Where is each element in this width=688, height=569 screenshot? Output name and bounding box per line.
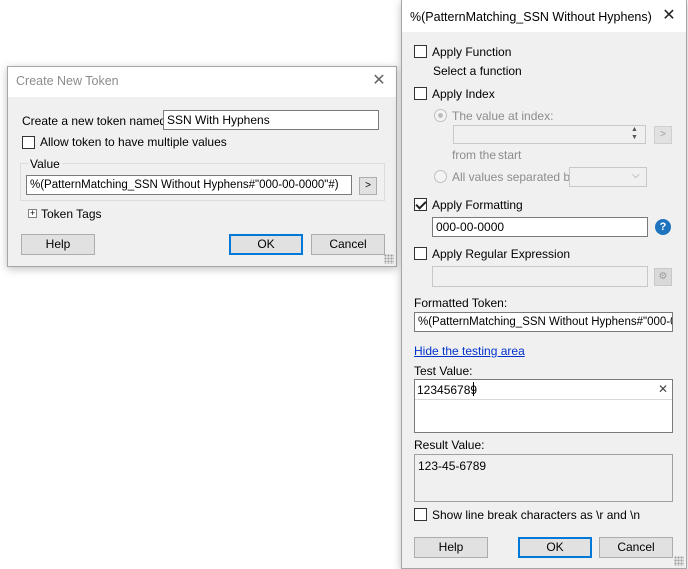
help-button[interactable]: Help bbox=[414, 537, 488, 558]
token-format-dialog: %(PatternMatching_SSN Without Hyphens) ✕… bbox=[401, 0, 687, 569]
expand-icon[interactable]: + bbox=[28, 209, 37, 218]
stepper-down-icon[interactable]: ▼ bbox=[631, 134, 638, 142]
create-token-dialog: Create New Token ✕ Create a new token na… bbox=[7, 66, 397, 267]
help-icon[interactable]: ? bbox=[655, 219, 671, 235]
index-stepper[interactable] bbox=[453, 125, 646, 144]
value-at-index-radio[interactable] bbox=[434, 109, 447, 122]
dialog-title: Create New Token bbox=[16, 74, 119, 88]
result-value-text: 123-45-6789 bbox=[418, 459, 487, 473]
apply-regex-label: Apply Regular Expression bbox=[432, 247, 571, 261]
resize-grip-icon[interactable] bbox=[674, 556, 684, 566]
format-titlebar: %(PatternMatching_SSN Without Hyphens) ✕ bbox=[402, 0, 686, 32]
select-function-link[interactable]: Select a function bbox=[433, 64, 522, 78]
chevron-down-icon[interactable]: ⌵ bbox=[632, 170, 640, 181]
all-values-radio[interactable] bbox=[434, 170, 447, 183]
result-value-label: Result Value: bbox=[414, 438, 485, 452]
value-more-button[interactable]: > bbox=[359, 177, 377, 195]
apply-formatting-checkbox[interactable] bbox=[414, 198, 427, 211]
apply-index-label: Apply Index bbox=[432, 87, 495, 101]
apply-index-checkbox[interactable] bbox=[414, 87, 427, 100]
hide-testing-link[interactable]: Hide the testing area bbox=[414, 344, 525, 358]
index-more-button[interactable]: > bbox=[654, 126, 672, 144]
test-value-input[interactable]: 123456789 bbox=[417, 383, 477, 397]
text-cursor bbox=[473, 382, 474, 396]
create-token-titlebar: Create New Token ✕ bbox=[8, 67, 396, 97]
dialog-title: %(PatternMatching_SSN Without Hyphens) bbox=[410, 10, 652, 24]
test-value-label: Test Value: bbox=[414, 364, 473, 378]
apply-function-checkbox[interactable] bbox=[414, 45, 427, 58]
close-icon[interactable]: ✕ bbox=[660, 7, 678, 25]
format-input[interactable]: 000-00-0000 bbox=[432, 217, 648, 237]
value-at-index-label: The value at index: bbox=[452, 109, 554, 123]
apply-function-label: Apply Function bbox=[432, 45, 512, 59]
formatted-token-label: Formatted Token: bbox=[414, 296, 508, 310]
ok-button[interactable]: OK bbox=[518, 537, 592, 558]
cancel-button[interactable]: Cancel bbox=[599, 537, 673, 558]
resize-grip-icon[interactable] bbox=[384, 254, 394, 264]
regex-input[interactable] bbox=[432, 266, 648, 287]
allow-multiple-checkbox[interactable] bbox=[22, 136, 35, 149]
start-label: start bbox=[498, 148, 522, 162]
token-name-input[interactable]: SSN With Hyphens bbox=[163, 110, 379, 130]
clear-icon[interactable]: ✕ bbox=[658, 382, 668, 396]
regex-builder-icon[interactable]: ⚙ bbox=[654, 268, 672, 286]
value-group-label: Value bbox=[28, 157, 62, 171]
value-input[interactable]: %(PatternMatching_SSN Without Hyphens#"0… bbox=[26, 175, 352, 195]
apply-regex-checkbox[interactable] bbox=[414, 247, 427, 260]
all-values-label: All values separated by: bbox=[452, 170, 580, 184]
help-button[interactable]: Help bbox=[21, 234, 95, 255]
token-tags-label[interactable]: Token Tags bbox=[41, 207, 102, 221]
allow-multiple-label: Allow token to have multiple values bbox=[40, 135, 227, 149]
from-the-label: from the bbox=[452, 148, 497, 162]
cancel-button[interactable]: Cancel bbox=[311, 234, 385, 255]
stepper-up-icon[interactable]: ▲ bbox=[631, 126, 638, 134]
line-break-checkbox[interactable] bbox=[414, 508, 427, 521]
apply-formatting-label: Apply Formatting bbox=[432, 198, 523, 212]
token-name-label: Create a new token named: bbox=[22, 114, 170, 128]
line-break-label: Show line break characters as \r and \n bbox=[432, 508, 641, 522]
test-value-line bbox=[415, 399, 672, 400]
close-icon[interactable]: ✕ bbox=[370, 72, 388, 90]
formatted-token-field[interactable]: %(PatternMatching_SSN Without Hyphens#"0… bbox=[414, 312, 673, 332]
ok-button[interactable]: OK bbox=[229, 234, 303, 255]
